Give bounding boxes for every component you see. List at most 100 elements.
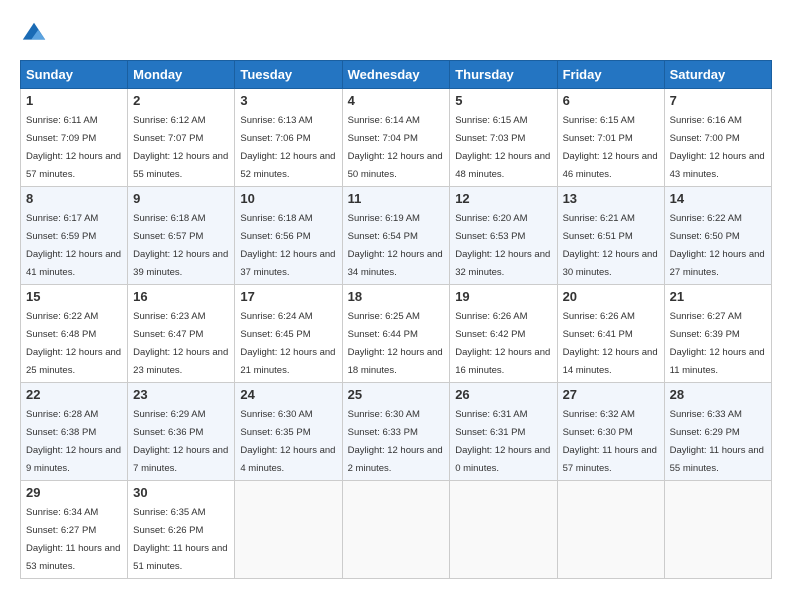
calendar-cell: 7 Sunrise: 6:16 AMSunset: 7:00 PMDayligh… xyxy=(664,89,771,187)
weekday-header: Saturday xyxy=(664,61,771,89)
day-detail: Sunrise: 6:18 AMSunset: 6:57 PMDaylight:… xyxy=(133,213,228,278)
calendar-cell: 11 Sunrise: 6:19 AMSunset: 6:54 PMDaylig… xyxy=(342,187,450,285)
day-number: 16 xyxy=(133,289,229,304)
weekday-header: Monday xyxy=(128,61,235,89)
day-number: 3 xyxy=(240,93,336,108)
day-number: 18 xyxy=(348,289,445,304)
calendar-cell: 13 Sunrise: 6:21 AMSunset: 6:51 PMDaylig… xyxy=(557,187,664,285)
day-number: 2 xyxy=(133,93,229,108)
day-number: 1 xyxy=(26,93,122,108)
calendar-cell: 30 Sunrise: 6:35 AMSunset: 6:26 PMDaylig… xyxy=(128,481,235,579)
day-number: 23 xyxy=(133,387,229,402)
day-number: 24 xyxy=(240,387,336,402)
calendar-cell: 17 Sunrise: 6:24 AMSunset: 6:45 PMDaylig… xyxy=(235,285,342,383)
calendar-table: SundayMondayTuesdayWednesdayThursdayFrid… xyxy=(20,60,772,579)
day-number: 30 xyxy=(133,485,229,500)
weekday-header-row: SundayMondayTuesdayWednesdayThursdayFrid… xyxy=(21,61,772,89)
calendar-cell: 15 Sunrise: 6:22 AMSunset: 6:48 PMDaylig… xyxy=(21,285,128,383)
day-number: 14 xyxy=(670,191,766,206)
day-detail: Sunrise: 6:22 AMSunset: 6:48 PMDaylight:… xyxy=(26,311,121,376)
calendar-cell: 9 Sunrise: 6:18 AMSunset: 6:57 PMDayligh… xyxy=(128,187,235,285)
day-number: 25 xyxy=(348,387,445,402)
calendar-cell: 20 Sunrise: 6:26 AMSunset: 6:41 PMDaylig… xyxy=(557,285,664,383)
day-detail: Sunrise: 6:26 AMSunset: 6:42 PMDaylight:… xyxy=(455,311,550,376)
weekday-header: Friday xyxy=(557,61,664,89)
calendar-week-row: 1 Sunrise: 6:11 AMSunset: 7:09 PMDayligh… xyxy=(21,89,772,187)
day-detail: Sunrise: 6:19 AMSunset: 6:54 PMDaylight:… xyxy=(348,213,443,278)
day-detail: Sunrise: 6:27 AMSunset: 6:39 PMDaylight:… xyxy=(670,311,765,376)
day-number: 29 xyxy=(26,485,122,500)
weekday-header: Wednesday xyxy=(342,61,450,89)
day-number: 7 xyxy=(670,93,766,108)
calendar-week-row: 15 Sunrise: 6:22 AMSunset: 6:48 PMDaylig… xyxy=(21,285,772,383)
calendar-week-row: 29 Sunrise: 6:34 AMSunset: 6:27 PMDaylig… xyxy=(21,481,772,579)
day-detail: Sunrise: 6:14 AMSunset: 7:04 PMDaylight:… xyxy=(348,115,443,180)
calendar-cell: 29 Sunrise: 6:34 AMSunset: 6:27 PMDaylig… xyxy=(21,481,128,579)
weekday-header: Tuesday xyxy=(235,61,342,89)
calendar-cell: 28 Sunrise: 6:33 AMSunset: 6:29 PMDaylig… xyxy=(664,383,771,481)
calendar-cell: 1 Sunrise: 6:11 AMSunset: 7:09 PMDayligh… xyxy=(21,89,128,187)
calendar-cell xyxy=(342,481,450,579)
day-number: 26 xyxy=(455,387,551,402)
day-detail: Sunrise: 6:33 AMSunset: 6:29 PMDaylight:… xyxy=(670,409,764,474)
calendar-cell xyxy=(235,481,342,579)
day-detail: Sunrise: 6:28 AMSunset: 6:38 PMDaylight:… xyxy=(26,409,121,474)
calendar-cell xyxy=(450,481,557,579)
day-detail: Sunrise: 6:22 AMSunset: 6:50 PMDaylight:… xyxy=(670,213,765,278)
calendar-cell: 19 Sunrise: 6:26 AMSunset: 6:42 PMDaylig… xyxy=(450,285,557,383)
calendar-cell: 4 Sunrise: 6:14 AMSunset: 7:04 PMDayligh… xyxy=(342,89,450,187)
calendar-cell xyxy=(557,481,664,579)
logo-icon xyxy=(20,20,48,48)
day-detail: Sunrise: 6:25 AMSunset: 6:44 PMDaylight:… xyxy=(348,311,443,376)
day-number: 22 xyxy=(26,387,122,402)
day-detail: Sunrise: 6:24 AMSunset: 6:45 PMDaylight:… xyxy=(240,311,335,376)
calendar-cell: 5 Sunrise: 6:15 AMSunset: 7:03 PMDayligh… xyxy=(450,89,557,187)
calendar-cell xyxy=(664,481,771,579)
day-number: 19 xyxy=(455,289,551,304)
day-number: 12 xyxy=(455,191,551,206)
calendar-cell: 27 Sunrise: 6:32 AMSunset: 6:30 PMDaylig… xyxy=(557,383,664,481)
logo xyxy=(20,20,52,48)
calendar-cell: 3 Sunrise: 6:13 AMSunset: 7:06 PMDayligh… xyxy=(235,89,342,187)
day-detail: Sunrise: 6:23 AMSunset: 6:47 PMDaylight:… xyxy=(133,311,228,376)
calendar-cell: 21 Sunrise: 6:27 AMSunset: 6:39 PMDaylig… xyxy=(664,285,771,383)
day-detail: Sunrise: 6:31 AMSunset: 6:31 PMDaylight:… xyxy=(455,409,550,474)
calendar-cell: 22 Sunrise: 6:28 AMSunset: 6:38 PMDaylig… xyxy=(21,383,128,481)
day-number: 17 xyxy=(240,289,336,304)
day-detail: Sunrise: 6:15 AMSunset: 7:01 PMDaylight:… xyxy=(563,115,658,180)
day-number: 9 xyxy=(133,191,229,206)
weekday-header: Sunday xyxy=(21,61,128,89)
day-number: 10 xyxy=(240,191,336,206)
day-number: 11 xyxy=(348,191,445,206)
day-detail: Sunrise: 6:30 AMSunset: 6:35 PMDaylight:… xyxy=(240,409,335,474)
day-number: 13 xyxy=(563,191,659,206)
day-detail: Sunrise: 6:15 AMSunset: 7:03 PMDaylight:… xyxy=(455,115,550,180)
day-number: 15 xyxy=(26,289,122,304)
day-detail: Sunrise: 6:32 AMSunset: 6:30 PMDaylight:… xyxy=(563,409,657,474)
day-detail: Sunrise: 6:12 AMSunset: 7:07 PMDaylight:… xyxy=(133,115,228,180)
day-detail: Sunrise: 6:18 AMSunset: 6:56 PMDaylight:… xyxy=(240,213,335,278)
day-detail: Sunrise: 6:16 AMSunset: 7:00 PMDaylight:… xyxy=(670,115,765,180)
day-detail: Sunrise: 6:35 AMSunset: 6:26 PMDaylight:… xyxy=(133,507,227,572)
day-detail: Sunrise: 6:11 AMSunset: 7:09 PMDaylight:… xyxy=(26,115,121,180)
day-number: 28 xyxy=(670,387,766,402)
calendar-week-row: 8 Sunrise: 6:17 AMSunset: 6:59 PMDayligh… xyxy=(21,187,772,285)
calendar-cell: 14 Sunrise: 6:22 AMSunset: 6:50 PMDaylig… xyxy=(664,187,771,285)
weekday-header: Thursday xyxy=(450,61,557,89)
day-detail: Sunrise: 6:21 AMSunset: 6:51 PMDaylight:… xyxy=(563,213,658,278)
day-detail: Sunrise: 6:26 AMSunset: 6:41 PMDaylight:… xyxy=(563,311,658,376)
day-number: 27 xyxy=(563,387,659,402)
page-header xyxy=(20,20,772,48)
calendar-cell: 6 Sunrise: 6:15 AMSunset: 7:01 PMDayligh… xyxy=(557,89,664,187)
calendar-cell: 12 Sunrise: 6:20 AMSunset: 6:53 PMDaylig… xyxy=(450,187,557,285)
calendar-week-row: 22 Sunrise: 6:28 AMSunset: 6:38 PMDaylig… xyxy=(21,383,772,481)
day-number: 8 xyxy=(26,191,122,206)
day-detail: Sunrise: 6:20 AMSunset: 6:53 PMDaylight:… xyxy=(455,213,550,278)
day-number: 4 xyxy=(348,93,445,108)
day-detail: Sunrise: 6:17 AMSunset: 6:59 PMDaylight:… xyxy=(26,213,121,278)
calendar-cell: 24 Sunrise: 6:30 AMSunset: 6:35 PMDaylig… xyxy=(235,383,342,481)
day-number: 21 xyxy=(670,289,766,304)
calendar-cell: 26 Sunrise: 6:31 AMSunset: 6:31 PMDaylig… xyxy=(450,383,557,481)
day-number: 20 xyxy=(563,289,659,304)
calendar-cell: 2 Sunrise: 6:12 AMSunset: 7:07 PMDayligh… xyxy=(128,89,235,187)
